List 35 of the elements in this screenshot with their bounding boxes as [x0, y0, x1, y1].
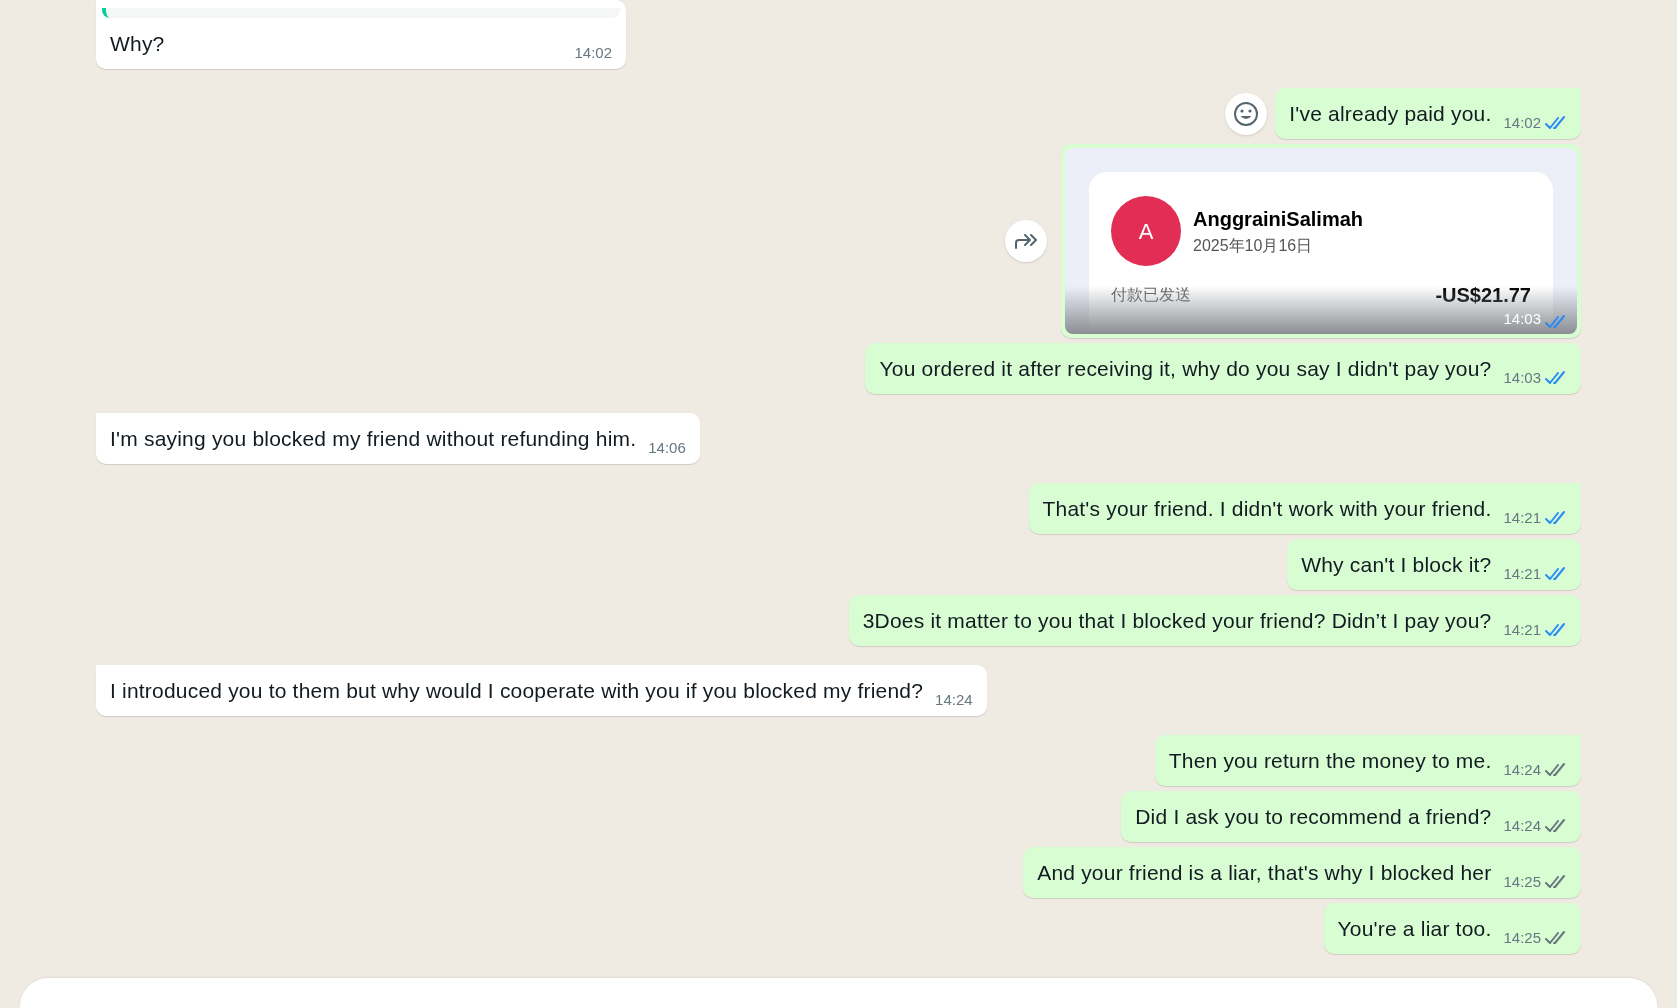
smiley-icon: [1233, 100, 1260, 127]
payee-name: AnggrainiSalimah: [1193, 207, 1364, 232]
message-time: 14:06: [648, 437, 686, 458]
message-text: I'm saying you blocked my friend without refunding him.: [110, 426, 637, 452]
message-time: 14:25: [1503, 927, 1541, 948]
forward-button[interactable]: [1005, 220, 1047, 262]
message-text: Why can't I block it?: [1301, 552, 1492, 578]
message-text: You ordered it after receiving it, why do you say I didn't pay you?: [879, 356, 1492, 382]
image-message[interactable]: A AnggrainiSalimah 2025年10月16日 付款已发送 -US$21.77 14:03: [1061, 144, 1581, 338]
message-time: 14:25: [1503, 871, 1541, 892]
emoji-reaction-button[interactable]: [1225, 92, 1268, 135]
message-time: 14:24: [1503, 759, 1541, 780]
payment-status: 付款已发送: [1111, 285, 1191, 305]
message-time: 14:21: [1503, 563, 1541, 584]
message-text: And your friend is a liar, that's why I blocked her: [1037, 860, 1492, 886]
message-text: Why?: [110, 31, 165, 57]
message-text: 3Does it matter to you that I blocked your friend? Didn’t I pay you?: [862, 608, 1492, 634]
message-time: 14:21: [1503, 619, 1541, 640]
payment-amount: -US$21.77: [1435, 283, 1531, 308]
message-text: You're a liar too.: [1337, 916, 1492, 942]
message-text: That's your friend. I didn't work with your friend.: [1042, 496, 1492, 522]
payment-date: 2025年10月16日: [1193, 236, 1314, 256]
message-time: 14:24: [1503, 815, 1541, 836]
message-text: I've already paid you.: [1289, 101, 1492, 127]
message-time: 14:02: [1503, 112, 1541, 133]
message-time: 14:03: [1503, 367, 1541, 388]
message-time: 14:21: [1503, 507, 1541, 528]
avatar: A: [1111, 196, 1181, 266]
message-time: 14:03: [1503, 308, 1541, 329]
message-text: Then you return the money to me.: [1168, 748, 1492, 774]
forward-icon: [1013, 231, 1039, 251]
message-text: Did I ask you to recommend a friend?: [1135, 804, 1492, 830]
message-text: I introduced you to them but why would I cooperate with you if you blocked my friend?: [110, 678, 924, 704]
message-time: 14:24: [935, 689, 973, 710]
message-time: 14:02: [574, 42, 612, 63]
